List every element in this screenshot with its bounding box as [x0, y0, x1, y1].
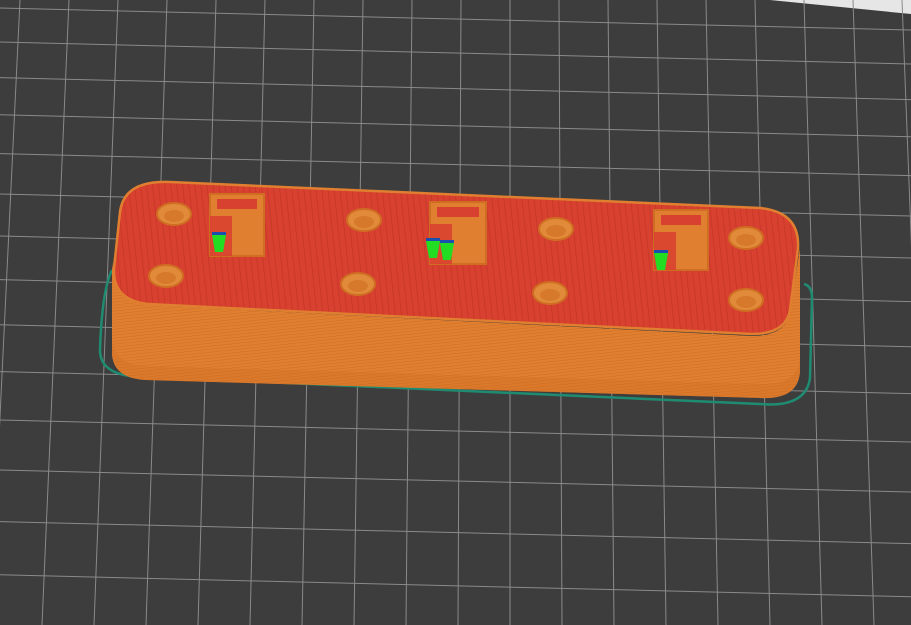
screw-hole-inner [540, 289, 560, 301]
screw-hole-inner [736, 234, 756, 246]
screw-hole-inner [164, 210, 184, 222]
slicer-3d-viewport[interactable] [0, 0, 911, 625]
pocket-1 [209, 193, 265, 257]
screw-hole-inner [354, 216, 374, 228]
pocket-slot [215, 197, 259, 211]
screw-hole-inner [348, 280, 368, 292]
pocket-slot [435, 205, 481, 219]
screw-hole-inner [156, 272, 176, 284]
pocket-slot [659, 213, 703, 227]
screw-hole-inner [546, 225, 566, 237]
screw-hole-inner [736, 296, 756, 308]
layer-preview-scene[interactable] [0, 0, 911, 625]
pocket-3 [653, 209, 709, 271]
pocket-2 [426, 201, 487, 265]
